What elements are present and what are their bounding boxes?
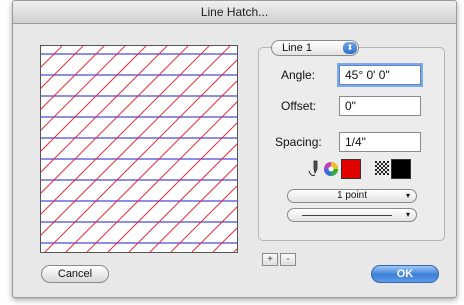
chevron-down-icon: ▾ [405,191,410,200]
popup-arrows-icon: ⬍ [343,42,357,54]
spacing-field[interactable]: 1/4" [339,132,421,152]
hatch-line-popup-value: Line 1 [282,42,312,54]
angle-label: Angle: [281,68,316,82]
line-style-sample [302,215,392,216]
pen-icon[interactable] [306,159,320,179]
angle-field[interactable]: 45° 0' 0" [339,65,421,85]
line-style-popup[interactable]: ▾ [287,208,417,222]
hatch-preview [40,45,238,253]
chevron-down-icon: ▾ [405,210,410,219]
offset-label: Offset: [281,99,317,113]
color-wheel-icon[interactable] [323,161,339,177]
pattern-icon[interactable] [375,161,389,175]
pattern-fill-swatch[interactable] [391,159,411,179]
add-line-button[interactable]: + [262,253,278,266]
cancel-button[interactable]: Cancel [41,265,109,283]
offset-field[interactable]: 0" [339,96,421,116]
line-color-swatch[interactable] [341,159,361,179]
line-hatch-dialog: Line Hatch... Line 1 ⬍ Angle: 45° 0' 0" … [12,0,457,298]
hatch-line-popup[interactable]: Line 1 ⬍ [271,40,359,56]
line-weight-value: 1 point [336,190,368,201]
remove-line-button[interactable]: - [280,253,296,266]
hatch-preview-pattern [41,46,237,252]
ok-button[interactable]: OK [371,265,439,283]
line-weight-popup[interactable]: 1 point ▾ [287,189,417,203]
spacing-label: Spacing: [275,135,322,149]
window-title: Line Hatch... [13,1,456,24]
